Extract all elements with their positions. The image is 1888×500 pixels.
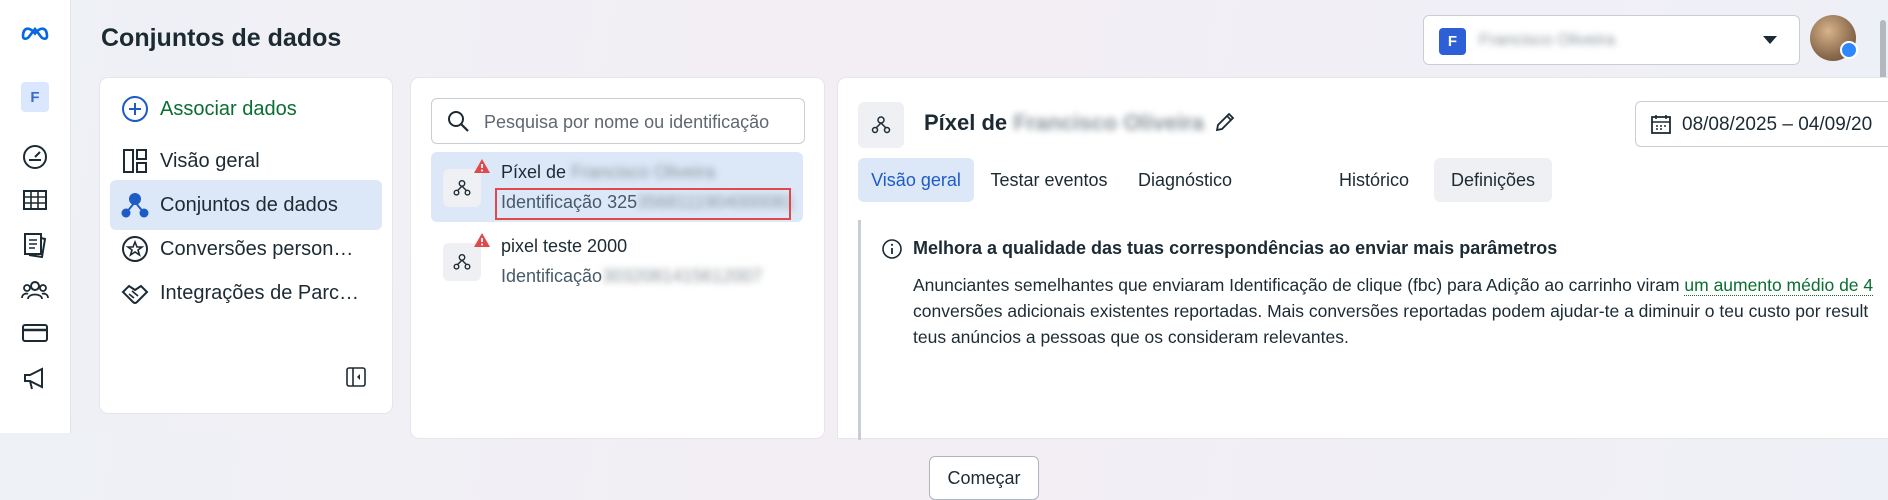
notice-body: Anunciantes semelhantes que enviaram Ide… (913, 275, 1874, 347)
tab-historico[interactable]: Histórico (1322, 158, 1426, 202)
sidebar-item-label: Visão geral (160, 149, 260, 172)
sidebar-item-label: Conjuntos de dados (160, 193, 338, 216)
tab-testar-eventos[interactable]: Testar eventos (986, 158, 1112, 202)
sidebar-panel: Associar dados Visão geral Conjuntos de … (100, 78, 392, 413)
pixel-id: Identificação3032081415612007 (501, 266, 763, 286)
account-initial-badge: F (1439, 28, 1466, 55)
info-icon (882, 239, 902, 259)
date-range-value: 08/08/2025 – 04/09/20 (1682, 114, 1873, 135)
pixel-name: pixel teste 2000 (501, 236, 628, 256)
pixel-name: Píxel de Francisco Oliveira (501, 162, 716, 182)
megaphone-icon[interactable] (17, 360, 53, 396)
tab-visao-geral[interactable]: Visão geral (858, 158, 974, 202)
icon-rail: F (0, 0, 71, 433)
user-avatar[interactable] (1810, 15, 1858, 61)
search-box[interactable] (431, 98, 805, 144)
pixel-icon (443, 243, 481, 281)
tab-diagnostico[interactable]: Diagnóstico (1126, 158, 1244, 202)
pixel-list-item-selected[interactable]: Píxel de Francisco Oliveira Identificaçã… (431, 152, 803, 222)
layout-icon (118, 144, 152, 178)
search-input[interactable] (482, 107, 796, 137)
people-icon[interactable] (17, 272, 53, 308)
chevron-down-icon (1763, 36, 1777, 44)
sidebar-item-label: Associar dados (160, 97, 297, 120)
pages-icon[interactable] (17, 227, 53, 263)
sidebar-item-label: Integrações de Parc… (160, 281, 359, 304)
date-range-picker[interactable]: 08/08/2025 – 04/09/20 (1635, 101, 1888, 147)
tab-definicoes[interactable]: Definições (1434, 158, 1552, 202)
status-dot (1840, 41, 1858, 59)
dataset-list-panel: Píxel de Francisco Oliveira Identificaçã… (411, 78, 824, 438)
warning-icon (474, 233, 490, 247)
sidebar-item-visao-geral[interactable]: Visão geral (110, 136, 382, 186)
table-icon[interactable] (17, 182, 53, 218)
sidebar-item-conjuntos-de-dados[interactable]: Conjuntos de dados (110, 180, 382, 230)
pixel-detail-panel: Píxel de Francisco Oliveira 08/08/2025 –… (838, 78, 1888, 500)
warning-icon (474, 159, 490, 173)
meta-logo-icon[interactable] (17, 14, 53, 50)
notice-link[interactable]: um aumento médio de 4 (1684, 275, 1874, 296)
pixel-icon (443, 169, 481, 207)
datasets-icon (118, 188, 152, 222)
highlight-box (495, 188, 791, 220)
edit-pencil-icon[interactable] (1213, 110, 1237, 134)
handshake-icon (118, 276, 152, 310)
pixel-title: Píxel de Francisco Oliveira (924, 110, 1205, 135)
plus-circle-icon (118, 92, 152, 126)
pixel-icon (858, 102, 904, 148)
page-title: Conjuntos de dados (101, 24, 342, 52)
account-name: Francisco Oliveira (1479, 30, 1616, 49)
dashboard-gauge-icon[interactable] (17, 139, 53, 175)
account-selector[interactable]: F Francisco Oliveira (1423, 15, 1800, 65)
sidebar-item-label: Conversões person… (160, 237, 354, 260)
account-avatar[interactable]: F (21, 82, 49, 112)
pixel-list-item[interactable]: pixel teste 2000 Identificação3032081415… (431, 226, 803, 296)
start-button[interactable]: Começar (929, 456, 1039, 500)
star-badge-icon (118, 232, 152, 266)
sidebar-item-associar-dados[interactable]: Associar dados (110, 84, 382, 134)
sidebar-item-conversoes[interactable]: Conversões person… (110, 224, 382, 274)
collapse-panel-icon[interactable] (345, 366, 367, 388)
calendar-icon (1651, 115, 1671, 134)
notice-heading: Melhora a qualidade das tuas correspondê… (913, 238, 1558, 258)
sidebar-item-integracoes[interactable]: Integrações de Parc… (110, 268, 382, 318)
recommendation-notice: Melhora a qualidade das tuas correspondê… (858, 220, 1888, 500)
card-icon[interactable] (17, 315, 53, 351)
search-icon (448, 111, 469, 132)
